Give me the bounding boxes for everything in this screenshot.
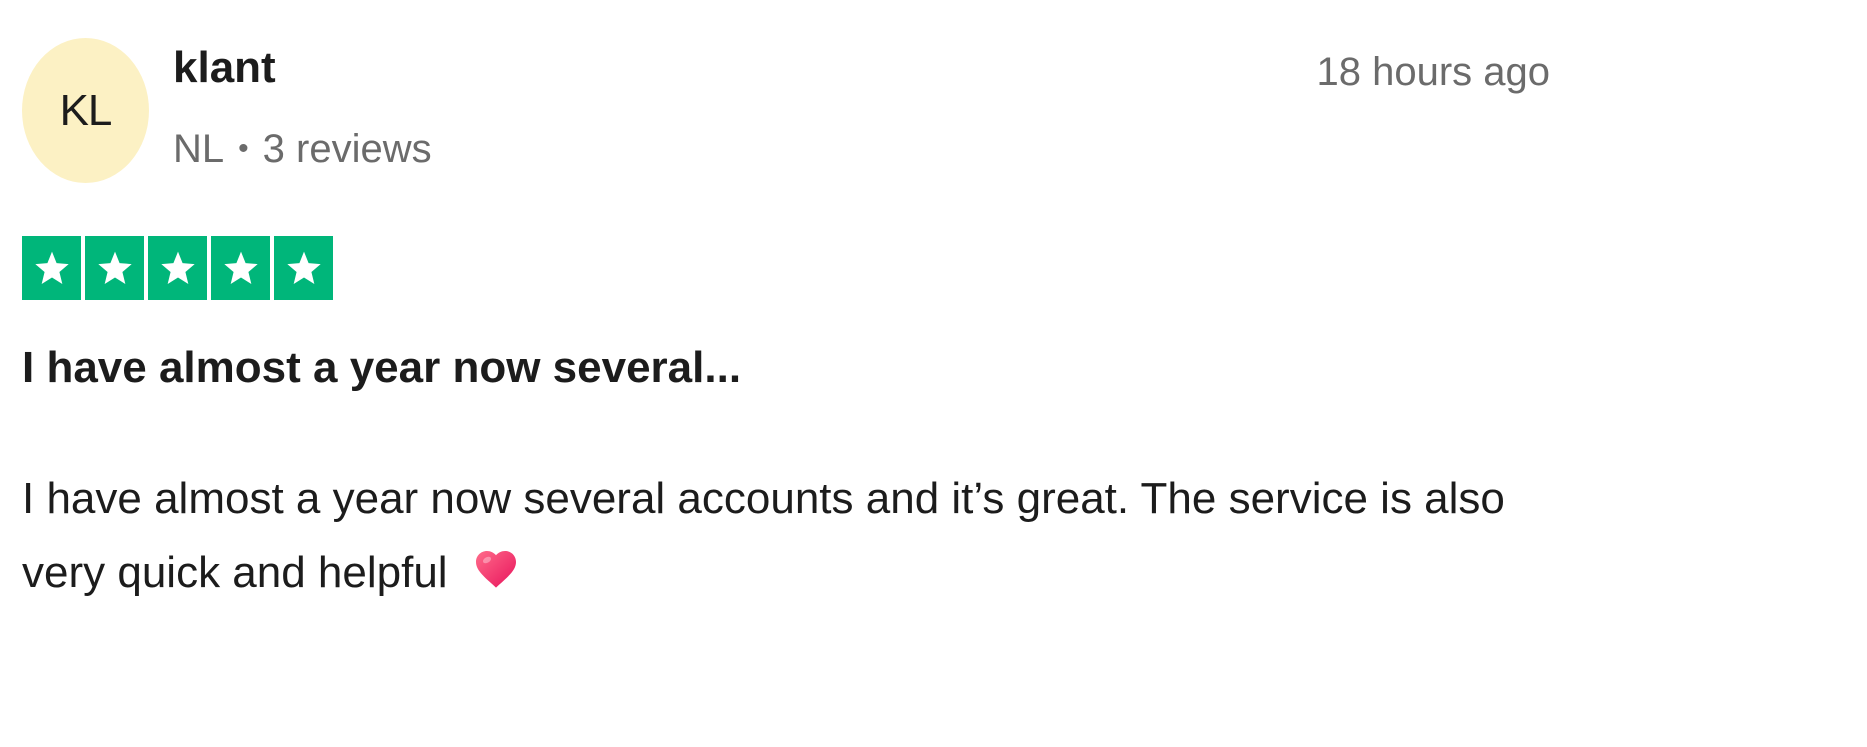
reviewer-country: NL <box>173 127 225 171</box>
meta-separator: • <box>238 132 249 165</box>
review-card: KL klant NL • 3 reviews 18 hours ago I h… <box>0 0 1867 747</box>
star-icon-3 <box>148 236 207 300</box>
review-title[interactable]: I have almost a year now several... <box>22 342 741 395</box>
heart-icon <box>475 551 516 588</box>
reviewer-meta: NL • 3 reviews <box>173 125 432 173</box>
star-rating <box>22 236 333 300</box>
review-body-text: I have almost a year now several account… <box>22 474 1505 597</box>
reviewer-review-count: 3 reviews <box>262 127 432 171</box>
star-icon-4 <box>211 236 270 300</box>
star-icon-2 <box>85 236 144 300</box>
avatar[interactable]: KL <box>22 38 149 183</box>
avatar-initials: KL <box>59 85 113 135</box>
star-icon-1 <box>22 236 81 300</box>
review-body: I have almost a year now several account… <box>22 462 1552 610</box>
review-date: 18 hours ago <box>1316 50 1550 94</box>
reviewer-name[interactable]: klant <box>173 42 276 95</box>
star-icon-5 <box>274 236 333 300</box>
